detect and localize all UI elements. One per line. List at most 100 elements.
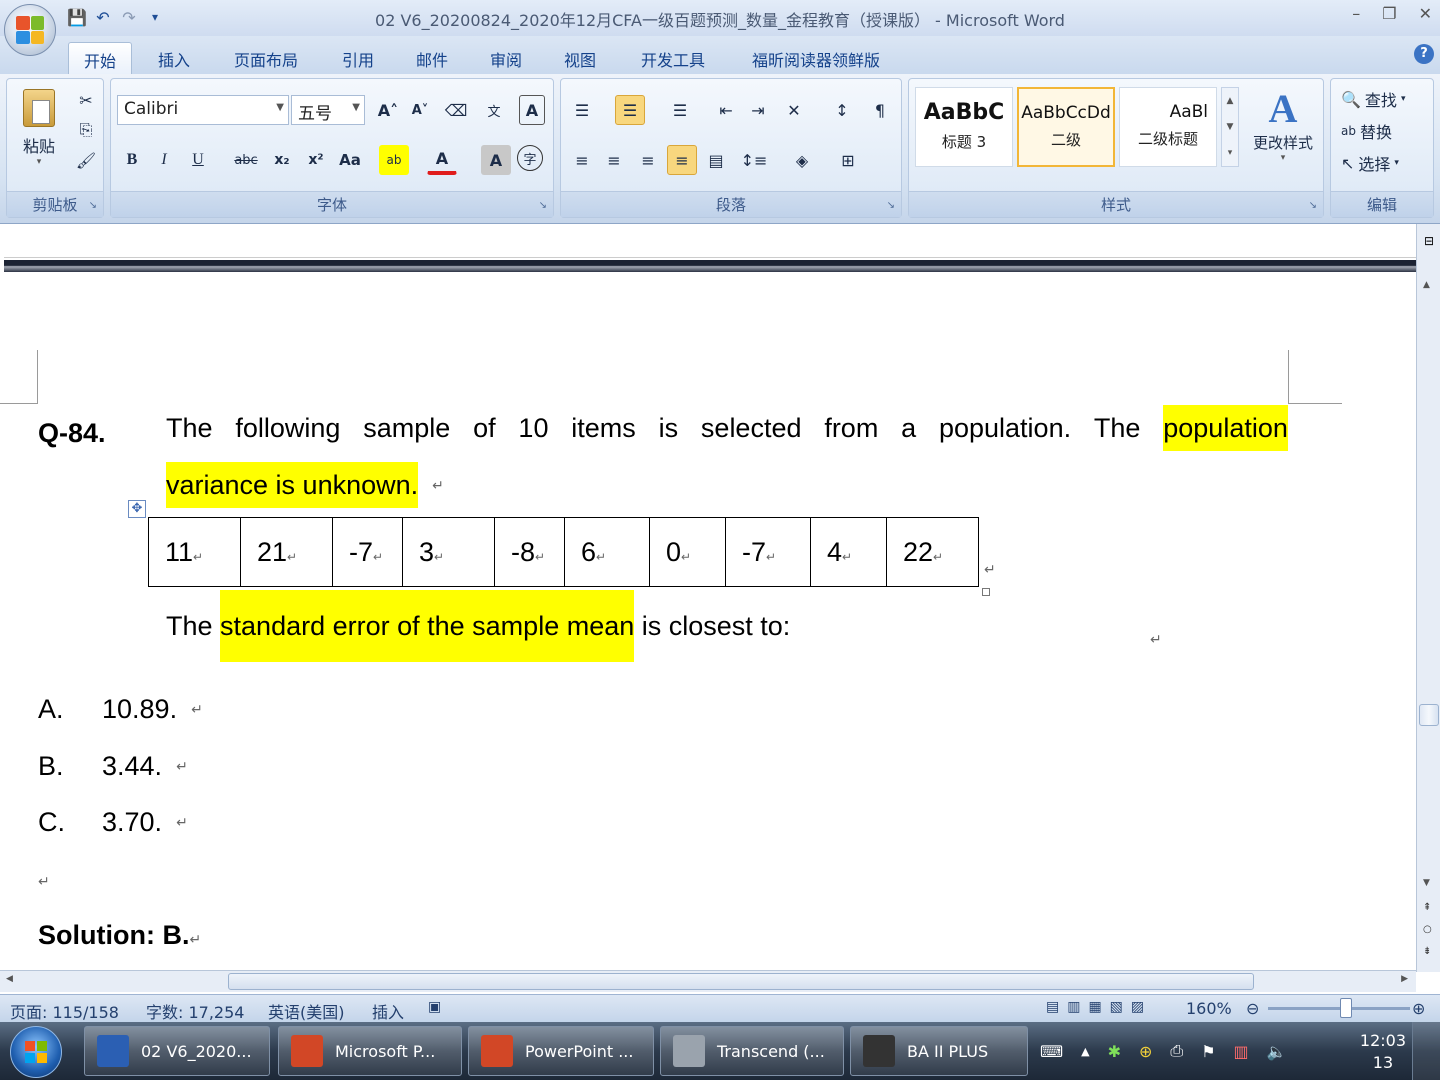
scroll-left-icon[interactable]: ◀ — [6, 974, 13, 984]
copy-icon[interactable]: ⎘ — [71, 115, 101, 145]
tab-home[interactable]: 开始 — [68, 42, 132, 74]
show-marks-icon[interactable]: ¶ — [865, 95, 895, 125]
change-styles-button[interactable]: A 更改样式 ▾ — [1245, 85, 1321, 185]
scroll-down-icon[interactable]: ▼ — [1423, 878, 1430, 888]
show-desktop-button[interactable] — [1412, 1022, 1440, 1080]
highlight-icon[interactable]: ab — [379, 145, 409, 175]
taskbar-item[interactable]: BA II PLUS — [850, 1026, 1028, 1076]
tab-page-layout[interactable]: 页面布局 — [222, 42, 310, 74]
taskbar-item[interactable]: Transcend (... — [660, 1026, 844, 1076]
tab-foxit-reader[interactable]: 福昕阅读器领鲜版 — [738, 42, 894, 74]
borders-icon[interactable]: ⊞ — [833, 145, 863, 175]
font-family-select[interactable]: Calibri ▼ — [117, 95, 289, 125]
paste-button[interactable]: 粘贴 ▾ — [15, 85, 63, 181]
superscript-icon[interactable]: x² — [301, 145, 331, 175]
font-size-select[interactable]: 五号 ▼ — [291, 95, 365, 125]
line-spacing-icon[interactable]: ↕≡ — [739, 145, 769, 175]
action-center-flag-icon[interactable]: ⚑ — [1201, 1042, 1215, 1061]
distributed-icon[interactable]: ▤ — [701, 145, 731, 175]
justify-icon[interactable]: ≡ — [667, 145, 697, 175]
restore-button[interactable]: ❐ — [1382, 4, 1396, 23]
character-shading-icon[interactable]: A — [481, 145, 511, 175]
network-icon[interactable]: ▥ — [1234, 1042, 1249, 1061]
minimize-button[interactable]: – — [1352, 4, 1360, 23]
zoom-slider-knob[interactable] — [1340, 998, 1352, 1018]
view-buttons[interactable]: ▤▥▦▧▨ — [1046, 999, 1152, 1015]
zoom-out-icon[interactable]: ⊖ — [1246, 999, 1259, 1018]
bullets-icon[interactable]: ☰ — [567, 95, 597, 125]
strikethrough-icon[interactable]: abc — [231, 145, 261, 175]
subscript-icon[interactable]: x₂ — [267, 145, 297, 175]
format-painter-icon[interactable]: 🖌 — [71, 145, 101, 175]
table-cell[interactable]: 21↵ — [240, 517, 333, 587]
table-cell[interactable]: -7↵ — [725, 517, 811, 587]
table-cell[interactable]: 3↵ — [402, 517, 495, 587]
numbering-icon[interactable]: ☰ — [615, 95, 645, 125]
table-cell[interactable]: -7↵ — [332, 517, 403, 587]
clear-formatting-icon[interactable]: ⌫ — [441, 95, 471, 125]
keyboard-icon[interactable]: ⌨ — [1040, 1042, 1063, 1061]
previous-page-icon[interactable]: ⇞ — [1423, 902, 1431, 913]
volume-icon[interactable]: 🔈 — [1267, 1042, 1287, 1061]
insert-mode[interactable]: 插入 — [372, 999, 404, 1023]
office-button[interactable] — [4, 4, 56, 56]
table-cell[interactable]: 6↵ — [564, 517, 650, 587]
add-icon[interactable]: ⊕ — [1139, 1042, 1152, 1061]
dialog-launcher-icon[interactable]: ↘ — [1309, 200, 1317, 211]
dialog-launcher-icon[interactable]: ↘ — [89, 200, 97, 211]
shading-icon[interactable]: ◈ — [787, 145, 817, 175]
dialog-launcher-icon[interactable]: ↘ — [539, 200, 547, 211]
taskbar-item[interactable]: Microsoft P... — [278, 1026, 462, 1076]
increase-indent-icon[interactable]: ⇥ — [743, 95, 773, 125]
tab-developer[interactable]: 开发工具 — [628, 42, 718, 74]
change-case-icon[interactable]: Aa — [335, 145, 365, 175]
language-indicator[interactable]: 英语(美国) — [268, 999, 345, 1023]
next-page-icon[interactable]: ⇟ — [1423, 946, 1431, 957]
replace-button[interactable]: ab 替换 — [1341, 119, 1392, 143]
shrink-font-icon[interactable]: A˅ — [405, 95, 435, 125]
vertical-scroll-thumb[interactable] — [1419, 704, 1439, 726]
cut-icon[interactable]: ✂ — [71, 85, 101, 115]
start-button[interactable] — [10, 1026, 62, 1078]
taskbar-item[interactable]: PowerPoint ... — [468, 1026, 654, 1076]
grow-font-icon[interactable]: A˄ — [373, 95, 403, 125]
align-center-icon[interactable]: ≡ — [599, 145, 629, 175]
style-level2-heading[interactable]: AaBl 二级标题 — [1119, 87, 1217, 167]
usb-icon[interactable]: ⎙ — [1170, 1041, 1183, 1061]
chinese-layout-icon[interactable]: ✕ — [779, 95, 809, 125]
tab-references[interactable]: 引用 — [330, 42, 386, 74]
enclose-characters-icon[interactable]: 字 — [517, 145, 543, 171]
table-cell[interactable]: 11↵ — [148, 517, 241, 587]
tab-insert[interactable]: 插入 — [146, 42, 202, 74]
phonetic-guide-icon[interactable]: 文 — [479, 95, 509, 125]
dialog-launcher-icon[interactable]: ↘ — [887, 200, 895, 211]
sort-icon[interactable]: ↕ — [827, 95, 857, 125]
align-left-icon[interactable]: ≡ — [567, 145, 597, 175]
ruler-toggle-icon[interactable]: ⊟ — [1420, 234, 1438, 252]
taskbar-item[interactable]: 02 V6_2020... — [84, 1026, 270, 1076]
style-heading3[interactable]: AaBbC 标题 3 — [915, 87, 1013, 167]
help-icon[interactable]: ? — [1414, 44, 1434, 64]
character-border-icon[interactable]: A — [519, 95, 545, 125]
horizontal-scroll-thumb[interactable] — [228, 973, 1254, 990]
select-button[interactable]: ↖ 选择 ▾ — [1341, 151, 1399, 175]
show-hidden-icons-icon[interactable]: ▲ — [1081, 1045, 1089, 1058]
browse-object-icon[interactable]: ○ — [1423, 924, 1432, 935]
word-count[interactable]: 字数: 17,254 — [146, 999, 244, 1023]
find-button[interactable]: 🔍 查找 ▾ — [1341, 87, 1405, 111]
italic-icon[interactable]: I — [149, 145, 179, 175]
app-tray-icon[interactable]: ✱ — [1108, 1042, 1121, 1061]
vertical-scrollbar[interactable]: ⊟ ▲ ▼ ⇞ ○ ⇟ — [1416, 224, 1440, 972]
zoom-in-icon[interactable]: ⊕ — [1412, 999, 1425, 1018]
zoom-level[interactable]: 160% — [1186, 999, 1232, 1018]
close-button[interactable]: ✕ — [1419, 4, 1432, 23]
table-move-handle-icon[interactable]: ✥ — [128, 500, 146, 518]
styles-scroll[interactable]: ▲ ▼ ▾ — [1221, 87, 1239, 167]
align-right-icon[interactable]: ≡ — [633, 145, 663, 175]
table-cell[interactable]: 22↵ — [886, 517, 979, 587]
multilevel-list-icon[interactable]: ☰ — [665, 95, 695, 125]
table-cell[interactable]: 4↵ — [810, 517, 887, 587]
macro-record-icon[interactable]: ▣ — [428, 999, 441, 1015]
table-cell[interactable]: -8↵ — [494, 517, 565, 587]
bold-icon[interactable]: B — [117, 145, 147, 175]
